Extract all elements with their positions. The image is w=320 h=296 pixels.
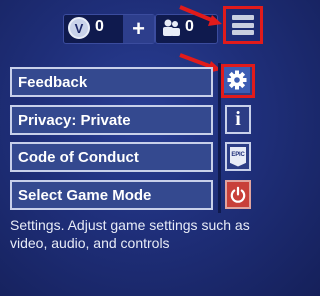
hamburger-bar (232, 15, 254, 20)
info-button[interactable]: i (225, 105, 251, 134)
hamburger-menu-button[interactable] (223, 6, 263, 44)
epic-icon: EPIC (230, 146, 246, 167)
privacy-button[interactable]: Privacy: Private (10, 105, 213, 135)
gear-icon (224, 67, 250, 93)
settings-button[interactable] (221, 64, 255, 98)
feedback-button[interactable]: Feedback (10, 67, 213, 97)
settings-description: Settings. Adjust game settings such as v… (10, 217, 250, 251)
hamburger-bar (232, 22, 254, 28)
code-of-conduct-button[interactable]: Code of Conduct (10, 142, 213, 172)
hamburger-bar (232, 30, 254, 35)
epic-label: EPIC (231, 151, 245, 158)
annotation-arrow-top (179, 5, 222, 26)
epic-button[interactable]: EPIC (225, 142, 251, 171)
power-icon (230, 186, 246, 203)
select-game-mode-button[interactable]: Select Game Mode (10, 180, 213, 210)
buy-vbucks-button[interactable]: + (123, 15, 154, 43)
vbucks-icon: V (68, 17, 90, 39)
vbucks-count: 0 (95, 18, 104, 35)
power-button[interactable] (225, 180, 251, 209)
